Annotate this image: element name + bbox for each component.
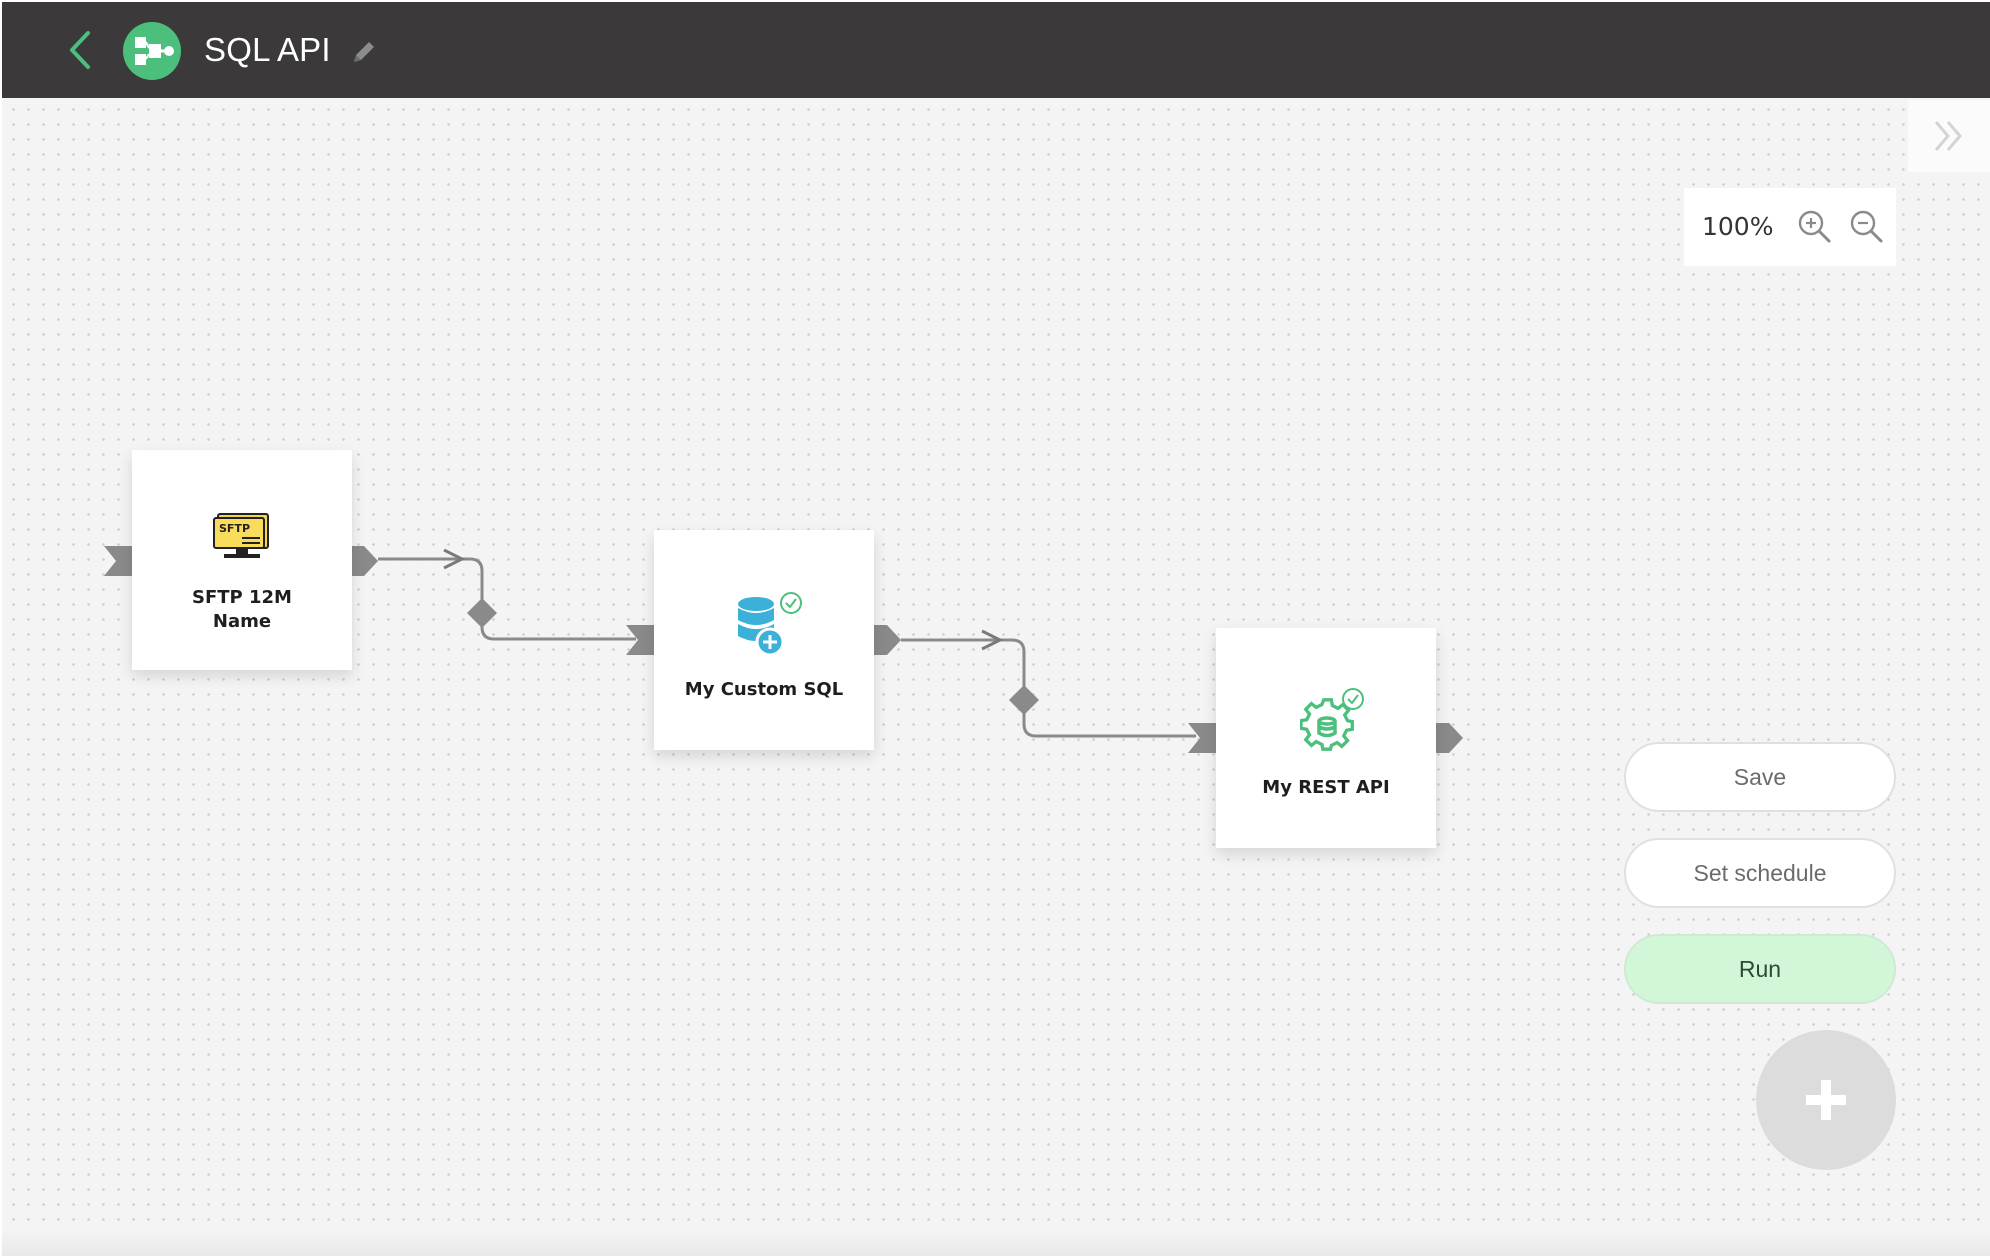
node-sftp[interactable]: SFTP SFTP 12M Name bbox=[132, 450, 352, 670]
input-port[interactable] bbox=[1188, 723, 1216, 753]
node-label: My REST API bbox=[1262, 777, 1390, 798]
plus-icon bbox=[1806, 1080, 1846, 1120]
connection-line[interactable] bbox=[901, 638, 1196, 738]
add-node-button[interactable] bbox=[1756, 1030, 1896, 1170]
set-schedule-button[interactable]: Set schedule bbox=[1624, 838, 1896, 908]
output-port[interactable] bbox=[874, 625, 901, 655]
save-button[interactable]: Save bbox=[1624, 742, 1896, 812]
run-button[interactable]: Run bbox=[1624, 934, 1896, 1004]
pipeline-editor: SQL API 100% SFTP SFTP 12M Name My Custo… bbox=[0, 0, 1990, 1260]
input-port[interactable] bbox=[104, 546, 132, 576]
node-label-secondary: Name bbox=[212, 611, 272, 632]
node-rest-api[interactable]: My REST API bbox=[1216, 628, 1436, 848]
node-label: SFTP 12M bbox=[192, 587, 292, 608]
check-circle-icon bbox=[1342, 688, 1364, 710]
output-port[interactable] bbox=[1436, 723, 1463, 753]
sftp-icon-text: SFTP bbox=[219, 522, 250, 535]
connection-junction[interactable] bbox=[467, 598, 497, 628]
node-label: My Custom SQL bbox=[684, 679, 844, 700]
output-port[interactable] bbox=[351, 546, 378, 576]
sftp-server-icon: SFTP bbox=[213, 513, 269, 558]
check-circle-icon bbox=[780, 592, 802, 614]
node-custom-sql[interactable]: My Custom SQL bbox=[654, 530, 874, 750]
connection-line[interactable] bbox=[378, 557, 636, 641]
connection-junction[interactable] bbox=[1009, 685, 1039, 715]
